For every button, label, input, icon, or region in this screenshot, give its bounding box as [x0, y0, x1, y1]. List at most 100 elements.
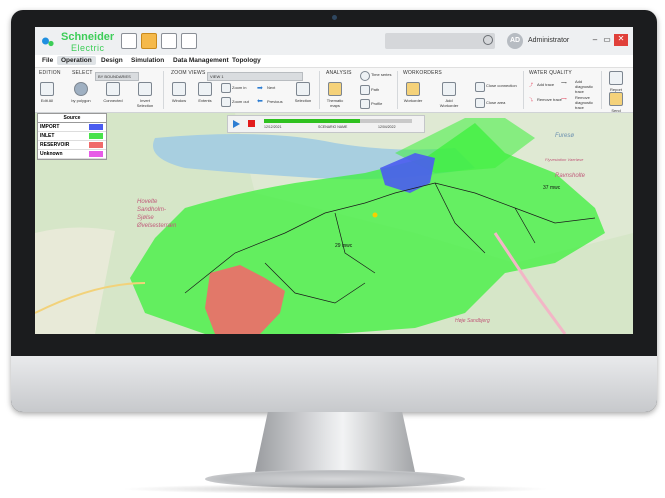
- close-area-icon[interactable]: [475, 98, 485, 108]
- source-legend: Source IMPORT INLET RESERVOIR Unknown: [37, 113, 107, 160]
- add-workorder-icon: [442, 82, 456, 96]
- floor-shadow: [120, 484, 550, 494]
- timeline-progress: [264, 119, 361, 123]
- invert-selection-button[interactable]: Invert Selection: [135, 82, 155, 108]
- save-as-icon[interactable]: [181, 33, 197, 49]
- app-screen: Schneider Electric AD Administrator – ▭ …: [35, 27, 633, 334]
- maximize-button[interactable]: ▭: [602, 35, 612, 45]
- folder-icon[interactable]: [141, 33, 157, 49]
- ribbon-toolbar: EDITION SELECT BY BOUNDARIES Edit All by…: [35, 68, 633, 113]
- map-label: Øvelsesterræn: [137, 223, 177, 229]
- profile-label[interactable]: Profile: [371, 101, 382, 106]
- remove-trace-icon[interactable]: ⤵: [529, 97, 533, 103]
- save-icon[interactable]: [161, 33, 177, 49]
- add-trace-label[interactable]: Add trace: [537, 82, 554, 87]
- window-button[interactable]: Window: [169, 82, 189, 103]
- add-trace-icon[interactable]: ⤴: [529, 82, 533, 88]
- zoom-out-label[interactable]: Zoom out: [232, 99, 249, 104]
- legend-item-import: IMPORT: [38, 123, 106, 132]
- zoom-out-icon[interactable]: [221, 97, 231, 107]
- section-analysis: ANALYSIS: [326, 70, 352, 76]
- invert-selection-icon: [138, 82, 152, 96]
- map-label: Hovelte: [137, 199, 158, 205]
- time-series-label[interactable]: Time series: [371, 72, 392, 77]
- stop-button[interactable]: [248, 120, 255, 127]
- next-arrow-icon[interactable]: ➡: [257, 84, 263, 92]
- app-logo-icon: [42, 37, 54, 47]
- legend-item-reservoir: RESERVOIR: [38, 141, 106, 150]
- source-node[interactable]: [372, 212, 378, 218]
- remove-trace-label[interactable]: Remove trace: [537, 97, 562, 102]
- legend-swatch: [89, 151, 103, 157]
- section-edition: EDITION: [39, 70, 61, 76]
- thematic-maps-icon: [328, 82, 342, 96]
- add-workorder-button[interactable]: Add Workorder: [439, 82, 459, 108]
- timeline-slider[interactable]: [264, 119, 412, 123]
- connected-icon: [106, 82, 120, 96]
- legend-swatch: [89, 142, 103, 148]
- close-button[interactable]: ✕: [614, 34, 628, 46]
- workorder-button[interactable]: Workorder: [403, 82, 423, 103]
- selection-zoom-button[interactable]: Selection: [293, 82, 313, 103]
- avatar[interactable]: AD: [507, 33, 523, 49]
- zoom-view-dropdown[interactable]: VIEW 1: [207, 72, 303, 81]
- menu-topology[interactable]: Topology: [228, 56, 265, 65]
- previous-arrow-icon[interactable]: ⬅: [257, 97, 263, 105]
- section-workorders: WORKORDERS: [403, 70, 442, 76]
- zoom-in-icon[interactable]: [221, 83, 231, 93]
- extents-button[interactable]: Extents: [195, 82, 215, 103]
- legend-item-inlet: INLET: [38, 132, 106, 141]
- path-icon[interactable]: [360, 85, 370, 95]
- map-label: Ravnsholte: [555, 173, 586, 179]
- map-label: Sandholm-: [137, 207, 167, 213]
- next-label[interactable]: Next: [267, 85, 275, 90]
- workorder-icon: [406, 82, 420, 96]
- select-dropdown[interactable]: BY BOUNDARIES: [95, 72, 139, 81]
- menu-operation[interactable]: Operation: [57, 56, 96, 65]
- monitor-stand: [255, 412, 415, 472]
- polygon-icon: [74, 82, 88, 96]
- ribbon-divider: [397, 71, 398, 109]
- remove-diagnostic-label[interactable]: Remove diagnostic trace: [575, 95, 597, 110]
- brand-logo: Schneider Electric: [61, 30, 114, 54]
- close-connection-icon[interactable]: [475, 82, 485, 92]
- play-button[interactable]: [233, 120, 240, 128]
- menu-file[interactable]: File: [38, 56, 57, 65]
- close-area-label[interactable]: Close area: [486, 100, 505, 105]
- add-diagnostic-label[interactable]: Add diagnostic trace: [575, 79, 597, 94]
- zoom-in-label[interactable]: Zoom in: [232, 85, 246, 90]
- extents-icon: [198, 82, 212, 96]
- connected-button[interactable]: Connected: [103, 82, 123, 103]
- title-bar: Schneider Electric AD Administrator – ▭ …: [35, 27, 633, 56]
- report-icon: [609, 71, 623, 85]
- pressure-label: 37 mwc: [543, 185, 561, 191]
- simulation-player: 12/12/2021 SCENARIO NAME 12/04/2022: [227, 115, 425, 133]
- clock-icon[interactable]: [360, 71, 370, 81]
- edit-icon[interactable]: [121, 33, 137, 49]
- section-zoom-views: ZOOM VIEWS: [171, 70, 206, 76]
- thematic-maps-button[interactable]: Thematic maps: [325, 82, 345, 108]
- map-canvas[interactable]: [35, 113, 633, 334]
- by-polygon-button[interactable]: by polygon: [71, 82, 91, 103]
- start-date: 12/12/2021: [264, 125, 282, 129]
- remove-diagnostic-icon[interactable]: ⟶: [561, 96, 567, 101]
- menu-data-management[interactable]: Data Management: [169, 56, 233, 65]
- add-diagnostic-icon[interactable]: ⟶: [561, 80, 567, 85]
- ribbon-divider: [601, 71, 602, 109]
- user-name[interactable]: Administrator: [528, 37, 569, 44]
- menu-simulation[interactable]: Simulation: [127, 56, 168, 65]
- send-button[interactable]: Send: [606, 92, 626, 113]
- monitor-chin: [11, 356, 657, 412]
- path-label[interactable]: Path: [371, 87, 379, 92]
- close-connection-label[interactable]: Close connection: [486, 83, 517, 88]
- menu-design[interactable]: Design: [97, 56, 127, 65]
- legend-swatch: [89, 124, 103, 130]
- edit-all-button[interactable]: Edit All: [37, 82, 57, 103]
- minimize-button[interactable]: –: [590, 35, 600, 45]
- profile-icon[interactable]: [360, 99, 370, 109]
- previous-label[interactable]: Previous: [267, 99, 283, 104]
- search-input[interactable]: [385, 33, 495, 49]
- map-view[interactable]: Source IMPORT INLET RESERVOIR Unknown 12…: [35, 113, 633, 334]
- report-button[interactable]: Report: [606, 71, 626, 92]
- search-icon[interactable]: [483, 35, 493, 45]
